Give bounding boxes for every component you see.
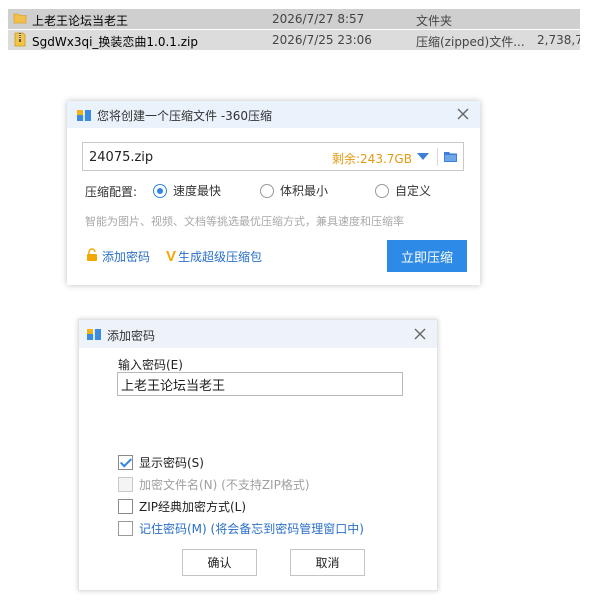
checkbox-label: 显示密码(S) [139, 456, 204, 470]
chevron-down-icon[interactable] [417, 153, 429, 160]
password-dialog-titlebar[interactable]: 添加密码 [79, 320, 437, 348]
file-name: SgdWx3qi_换装恋曲1.0.1.zip [32, 35, 199, 49]
super-package-link[interactable]: V 生成超级压缩包 [166, 248, 262, 265]
checkbox-disabled-icon [118, 477, 133, 492]
radio-label: 体积最小 [280, 184, 329, 198]
folder-icon [13, 11, 27, 28]
super-package-label: 生成超级压缩包 [178, 250, 263, 264]
checkbox-label: ZIP经典加密方式(L) [139, 500, 247, 514]
add-password-label: 添加密码 [102, 250, 151, 264]
password-input[interactable] [117, 372, 403, 396]
file-date: 2026/7/25 23:06 [272, 33, 372, 47]
checkbox-label: 加密文件名(N) (不支持ZIP格式) [139, 478, 310, 492]
password-input-label: 输入密码(E) [118, 358, 183, 372]
file-date: 2026/7/27 8:57 [272, 12, 365, 26]
cancel-button[interactable]: 取消 [290, 549, 365, 576]
checkbox-checked-icon[interactable] [118, 455, 133, 470]
file-row-zip[interactable]: SgdWx3qi_换装恋曲1.0.1.zip 2026/7/25 23:06 压… [8, 30, 580, 50]
radio-selected-icon[interactable] [153, 183, 167, 198]
file-row-folder[interactable]: 上老王论坛当老王 2026/7/27 8:57 文件夹 [8, 9, 580, 29]
zip-file-icon [13, 32, 27, 50]
checkbox-unchecked-icon[interactable] [118, 521, 133, 536]
compress-hint: 智能为图片、视频、文档等挑选最优压缩方式，兼具速度和压缩率 [85, 215, 404, 228]
radio-speed-fastest[interactable]: 速度最快 [153, 182, 221, 199]
remember-password-checkbox[interactable]: 记住密码(M) (将会备忘到密码管理窗口中) [118, 520, 364, 537]
archive-path-field[interactable]: 24075.zip 剩余:243.7GB [82, 142, 464, 171]
checkbox-unchecked-icon[interactable] [118, 499, 133, 514]
radio-unselected-icon[interactable] [260, 183, 274, 198]
close-icon[interactable] [455, 106, 471, 122]
app-360zip-icon [76, 107, 92, 126]
compress-now-button[interactable]: 立即压缩 [387, 240, 467, 272]
radio-label: 速度最快 [173, 184, 222, 198]
dialog-title: 您将创建一个压缩文件 -360压缩 [97, 109, 273, 123]
compress-config-label: 压缩配置: [85, 185, 138, 199]
free-space-label: 剩余:243.7GB [332, 152, 412, 166]
show-password-checkbox[interactable]: 显示密码(S) [118, 454, 204, 471]
zip-classic-encryption-checkbox[interactable]: ZIP经典加密方式(L) [118, 498, 246, 515]
checkbox-label: 记住密码(M) (将会备忘到密码管理窗口中) [139, 522, 364, 536]
confirm-button[interactable]: 确认 [182, 549, 257, 576]
app-360zip-icon [86, 326, 102, 345]
file-name: 上老王论坛当老王 [32, 14, 129, 28]
radio-label: 自定义 [395, 184, 432, 198]
encrypt-filename-checkbox: 加密文件名(N) (不支持ZIP格式) [118, 476, 310, 493]
file-type: 文件夹 [416, 14, 453, 28]
radio-custom[interactable]: 自定义 [375, 182, 431, 199]
v-badge-icon: V [166, 248, 177, 265]
close-icon[interactable] [412, 326, 428, 342]
file-type: 压缩(zipped)文件... [416, 35, 525, 49]
radio-size-smallest[interactable]: 体积最小 [260, 182, 328, 199]
compress-dialog: 您将创建一个压缩文件 -360压缩 24075.zip 剩余:243.7GB 压… [67, 101, 480, 285]
password-dialog: 添加密码 输入密码(E) 显示密码(S) 加密文件名(N) (不支持ZIP格式)… [78, 319, 438, 591]
radio-unselected-icon[interactable] [375, 183, 389, 198]
compress-dialog-titlebar[interactable]: 您将创建一个压缩文件 -360压缩 [67, 101, 480, 128]
browse-folder-icon[interactable] [443, 150, 458, 167]
divider [437, 148, 438, 166]
lock-icon [85, 248, 99, 265]
dialog-title: 添加密码 [107, 329, 156, 343]
archive-filename[interactable]: 24075.zip [89, 150, 153, 165]
file-size: 2,738,79 [537, 33, 580, 47]
add-password-link[interactable]: 添加密码 [85, 248, 150, 265]
